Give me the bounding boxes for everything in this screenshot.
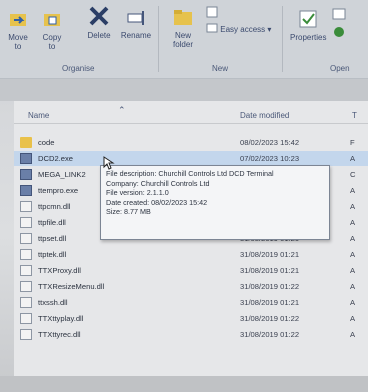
delete-button[interactable]: Delete	[84, 4, 114, 40]
edit-icon	[334, 27, 344, 37]
new-folder-button[interactable]: New folder	[168, 6, 198, 49]
list-item[interactable]: TTXttyrec.dll 31/08/2019 01:22 A	[14, 327, 368, 342]
open-button[interactable]	[332, 8, 346, 22]
dll-file-icon	[20, 249, 32, 260]
move-to-button[interactable]: Move to	[6, 10, 30, 51]
rename-icon	[127, 11, 144, 25]
tooltip-size: Size: 8.77 MB	[106, 207, 151, 217]
dll-file-icon	[20, 201, 32, 212]
dll-file-icon	[20, 265, 32, 276]
tooltip-created: Date created: 08/02/2023 15:42	[106, 197, 208, 207]
list-item[interactable]: code 08/02/2023 15:42 F	[14, 135, 368, 150]
properties-button[interactable]: Properties	[290, 8, 326, 42]
column-header-name[interactable]: Name	[28, 111, 49, 120]
address-bar-area	[0, 79, 368, 101]
new-item-icon	[206, 6, 218, 18]
file-info-tooltip: File description: Churchill Controls Ltd…	[100, 165, 330, 240]
group-label-open: Open	[330, 64, 350, 73]
application-icon	[20, 153, 32, 164]
folder-icon	[20, 137, 32, 148]
copy-to-button[interactable]: Copy to	[40, 10, 64, 51]
ribbon-separator	[158, 6, 159, 72]
delete-icon	[89, 6, 109, 26]
dll-file-icon	[20, 233, 32, 244]
file-list: Name ⌃ Date modified T code 08/02/2023 1…	[14, 101, 368, 392]
list-item[interactable]: ttxssh.dll 31/08/2019 01:21 A	[14, 295, 368, 310]
bottom-bezel	[0, 376, 368, 392]
column-header-row: Name ⌃ Date modified T	[14, 101, 368, 124]
column-header-type[interactable]: T	[352, 111, 357, 120]
easy-access-icon	[206, 23, 218, 33]
list-item[interactable]: TTXProxy.dll 31/08/2019 01:21 A	[14, 263, 368, 278]
column-header-date[interactable]: Date modified	[240, 111, 289, 120]
dll-file-icon	[20, 297, 32, 308]
list-item[interactable]: ttptek.dll 31/08/2019 01:21 A	[14, 247, 368, 262]
dll-file-icon	[20, 329, 32, 340]
dll-file-icon	[20, 217, 32, 228]
edit-button[interactable]	[332, 26, 346, 40]
easy-access-button[interactable]: Easy access ▾	[206, 22, 271, 36]
dll-file-icon	[20, 281, 32, 292]
mouse-cursor-icon	[103, 156, 115, 170]
open-icon	[332, 8, 346, 20]
group-label-organise: Organise	[62, 64, 95, 73]
tooltip-version: File version: 2.1.1.0	[106, 188, 169, 198]
sort-chevron-icon: ⌃	[118, 105, 126, 115]
list-item[interactable]: DCD2.exe 07/02/2023 10:23 A	[14, 151, 368, 166]
new-item-button[interactable]	[206, 6, 218, 20]
tooltip-company: Company: Churchill Controls Ltd	[106, 178, 210, 188]
file-explorer-window: Move to Copy to Delete Rename New folder…	[0, 0, 368, 392]
application-icon	[20, 169, 32, 180]
dll-file-icon	[20, 313, 32, 324]
list-item[interactable]: TTXResizeMenu.dll 31/08/2019 01:22 A	[14, 279, 368, 294]
application-icon	[20, 185, 32, 196]
tooltip-description: File description: Churchill Controls Ltd…	[106, 169, 274, 178]
chevron-down-icon: ▾	[267, 25, 272, 34]
properties-icon	[299, 10, 317, 28]
ribbon: Move to Copy to Delete Rename New folder…	[0, 0, 368, 79]
copy-to-icon	[44, 14, 60, 26]
rename-button[interactable]: Rename	[120, 8, 152, 40]
list-item[interactable]: TTXttyplay.dll 31/08/2019 01:22 A	[14, 311, 368, 326]
move-to-icon	[10, 14, 26, 26]
group-label-new: New	[212, 64, 229, 73]
ribbon-separator	[282, 6, 283, 72]
new-folder-icon	[174, 10, 192, 25]
